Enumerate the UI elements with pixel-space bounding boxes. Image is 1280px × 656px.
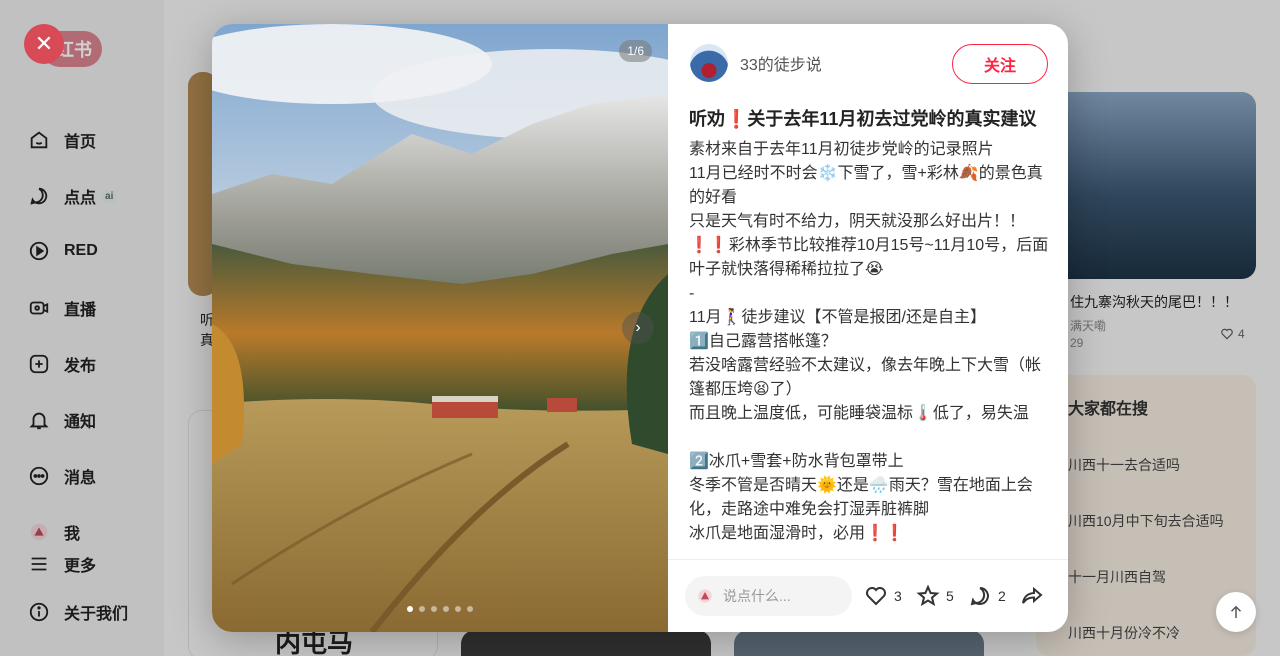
carousel-dot[interactable] [407, 606, 413, 612]
share-icon [1022, 586, 1043, 604]
note-body-line: 若没啥露营经验不太建议，像去年晚上下大雪（帐篷都压垮😫了） [689, 357, 1042, 398]
carousel-dots [407, 606, 473, 612]
author-name[interactable]: 33的徒步说 [740, 51, 822, 75]
note-body-line: 11月已经时不时会❄️下雪了，雪+彩林🍂的景色真的好看 [689, 165, 1043, 206]
note-body-line: 素材来自于去年11月初徒步党岭的记录照片 [689, 141, 994, 158]
note-body-line: 只是天气有时不给力，阴天就没那么好出片！！ [689, 213, 1026, 230]
comment-count: 2 [998, 588, 1006, 604]
note-body-line: 11月🚶‍♀️徒步建议【不管是报团/还是自主】 [689, 309, 986, 326]
carousel-dot[interactable] [431, 606, 437, 612]
user-avatar-icon [698, 589, 712, 603]
note-image-carousel[interactable]: 1/6 › [212, 24, 668, 632]
carousel-dot[interactable] [419, 606, 425, 612]
note-content-panel: 33的徒步说 关注 听劝❗️关于去年11月初去过党岭的真实建议 素材来自于去年1… [668, 24, 1068, 632]
author-info[interactable]: 33的徒步说 [690, 44, 822, 82]
note-body-line: 1️⃣自己露营搭帐篷？ [689, 333, 837, 350]
heart-icon [866, 587, 886, 606]
note-title: 听劝❗️关于去年11月初去过党岭的真实建议 [689, 109, 1037, 129]
image-counter: 1/6 [619, 40, 652, 62]
comment-input[interactable]: 说点什么... [685, 576, 852, 616]
note-body-line [689, 426, 1054, 450]
comment-placeholder: 说点什么... [723, 588, 791, 604]
note-body: 素材来自于去年11月初徒步党岭的记录照片 11月已经时不时会❄️下雪了，雪+彩林… [689, 138, 1054, 546]
next-image-button[interactable]: › [622, 312, 654, 344]
carousel-dot[interactable] [467, 606, 473, 612]
carousel-dot[interactable] [455, 606, 461, 612]
like-count: 3 [894, 588, 902, 604]
note-body-line: 而且晚上温度低，可能睡袋温标🌡️低了，易失温 [689, 405, 1029, 422]
arrow-up-icon [1230, 605, 1242, 618]
close-button[interactable]: ✕ [24, 24, 64, 64]
note-detail-modal: 1/6 › 33的徒步说 关注 听劝❗️关于去年11月初去过党岭的真实建议 素材… [212, 24, 1068, 632]
scroll-to-top-button[interactable] [1216, 592, 1256, 632]
carousel-dot[interactable] [443, 606, 449, 612]
share-button[interactable] [1020, 584, 1044, 608]
note-body-line: 2️⃣冰爪+雪套+防水背包罩带上 [689, 453, 904, 470]
chevron-right-icon: › [635, 319, 641, 336]
star-icon [916, 584, 940, 607]
collect-count: 5 [946, 588, 954, 604]
follow-button[interactable]: 关注 [952, 44, 1048, 84]
collect-button[interactable]: 5 [916, 584, 954, 608]
note-body-line: 冬季不管是否晴天🌞还是🌧️雨天？雪在地面上会化，走路途中难免会打湿弄脏裤脚 [689, 477, 1033, 518]
note-photo [212, 24, 668, 632]
like-button[interactable]: 3 [864, 584, 902, 608]
note-body-line: - [689, 285, 695, 302]
note-body-line: 冰爪是地面湿滑时，必用❗️❗️ [689, 525, 905, 542]
divider [668, 559, 1068, 560]
close-icon: ✕ [34, 31, 54, 56]
comment-button[interactable]: 2 [968, 584, 1006, 608]
author-avatar[interactable] [690, 44, 728, 82]
comment-icon [970, 587, 989, 606]
note-body-line: ❗️❗️彩林季节比较推荐10月15号~11月10号，后面叶子就快落得稀稀拉拉了😭 [689, 237, 1049, 278]
